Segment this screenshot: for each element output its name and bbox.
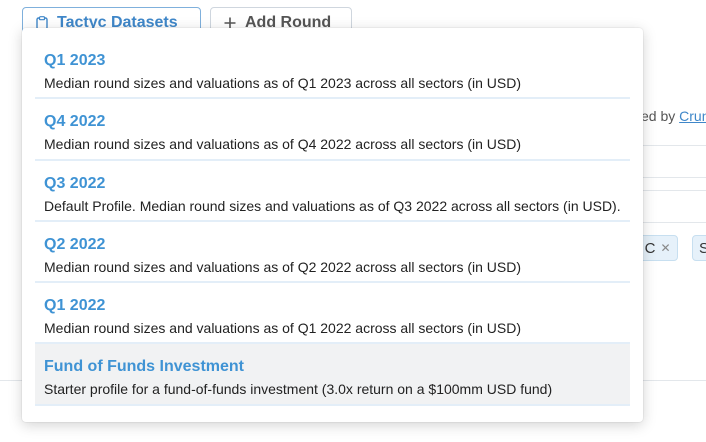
dataset-item-fund-of-funds[interactable]: Fund of Funds Investment Starter profile… — [35, 344, 630, 406]
dataset-item-description: Starter profile for a fund-of-funds inve… — [44, 381, 553, 398]
powered-by-link[interactable]: Crun — [679, 108, 706, 124]
divider — [641, 190, 706, 191]
dataset-item-description: Median round sizes and valuations as of … — [44, 75, 522, 91]
powered-by-text: ed by Crun — [641, 108, 706, 124]
dataset-item-title: Q1 2023 — [44, 52, 106, 69]
dataset-item-title: Q1 2022 — [44, 297, 106, 315]
dataset-item-title: Fund of Funds Investment — [44, 358, 244, 376]
remove-tag-icon[interactable]: ✕ — [661, 241, 671, 255]
dataset-item-description: Median round sizes and valuations as of … — [44, 320, 522, 337]
dataset-item-title: Q2 2022 — [44, 235, 106, 253]
divider — [641, 145, 706, 146]
dataset-item-q1-2023[interactable]: Q1 2023 Median round sizes and valuation… — [35, 38, 630, 100]
dataset-item-q2-2022[interactable]: Q2 2022 Median round sizes and valuation… — [35, 222, 630, 284]
divider — [641, 177, 706, 178]
dataset-item-description: Median round sizes and valuations as of … — [44, 258, 522, 275]
dataset-item-q4-2022[interactable]: Q4 2022 Median round sizes and valuation… — [35, 99, 630, 161]
dataset-item-title: Q4 2022 — [44, 113, 106, 131]
dataset-item-q3-2022[interactable]: Q3 2022 Default Profile. Median round si… — [35, 161, 630, 222]
dataset-item-description: Median round sizes and valuations as of … — [44, 136, 522, 153]
datasets-dropdown: Q1 2023 Median round sizes and valuation… — [22, 28, 643, 422]
divider — [641, 222, 706, 223]
series-tag[interactable]: S — [692, 235, 706, 261]
dataset-item-title: Q3 2022 — [44, 174, 106, 192]
dataset-item-q1-2022[interactable]: Q1 2022 Median round sizes and valuation… — [35, 283, 630, 345]
dataset-item-description: Default Profile. Median round sizes and … — [44, 197, 621, 214]
